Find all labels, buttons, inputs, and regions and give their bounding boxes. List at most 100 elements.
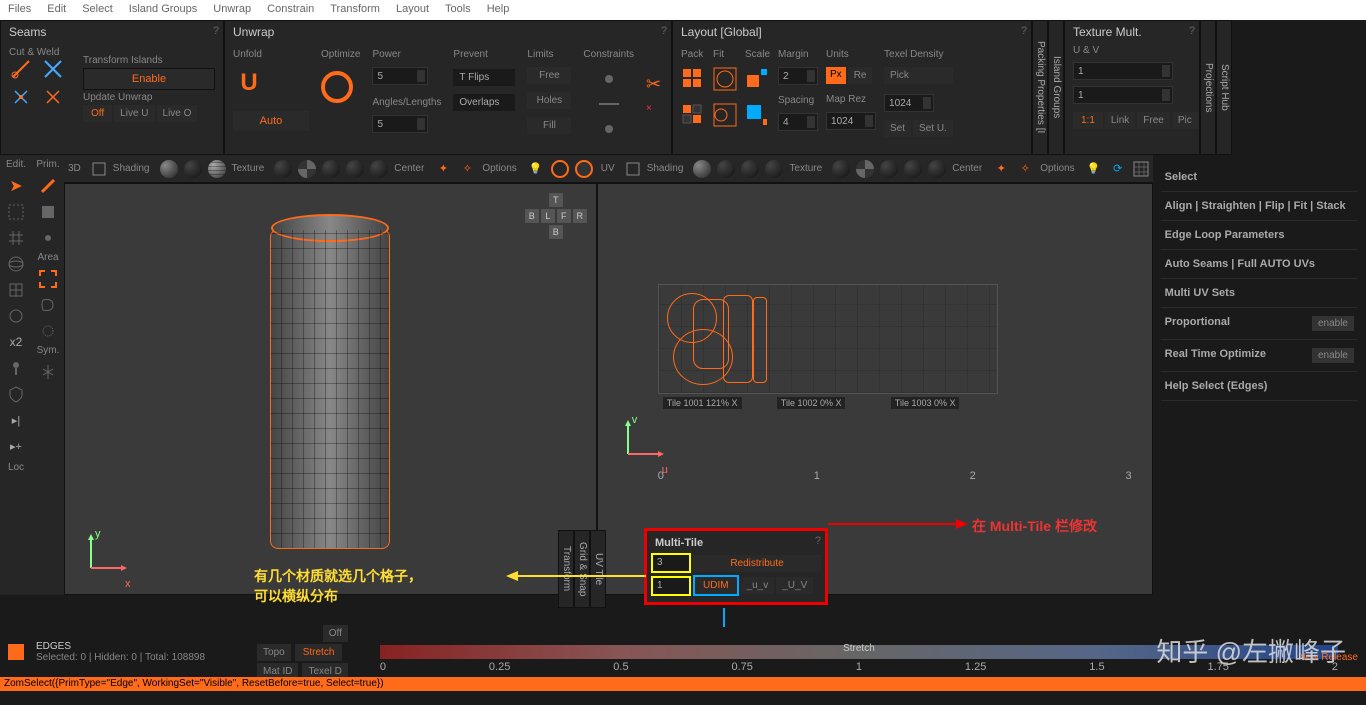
uv-upper-button[interactable]: _U_V: [776, 577, 813, 594]
topo-button[interactable]: Topo: [257, 644, 291, 661]
vertex-prim-icon[interactable]: [34, 226, 62, 250]
scale2-icon[interactable]: [745, 103, 770, 127]
help-icon[interactable]: ?: [1021, 25, 1027, 37]
uv-tile-vtab[interactable]: UV Tile: [590, 530, 606, 608]
shading-sphere-1-icon[interactable]: [160, 160, 178, 178]
frame-icon[interactable]: [625, 161, 641, 177]
sym-icon[interactable]: [34, 360, 62, 384]
re-button[interactable]: Re: [848, 67, 873, 84]
select-arrow-icon[interactable]: ➤: [2, 174, 30, 198]
edge-prim-icon[interactable]: [34, 174, 62, 198]
uv-tex-3-icon[interactable]: [880, 160, 898, 178]
pack-grid2-icon[interactable]: [681, 103, 705, 127]
opt-ring2-icon[interactable]: [575, 160, 593, 178]
lasso-icon[interactable]: [34, 293, 62, 317]
pack-grid-icon[interactable]: [681, 67, 705, 91]
enable-button[interactable]: Enable: [83, 68, 215, 90]
circle-tool-icon[interactable]: [2, 304, 30, 328]
grid-snap-vtab[interactable]: Grid & Snap: [574, 530, 590, 608]
power-spinner-1[interactable]: 5: [372, 67, 428, 85]
menu-tools[interactable]: Tools: [445, 3, 471, 17]
uv-center-2-icon[interactable]: ✧: [1016, 160, 1034, 178]
uv-shading-3-icon[interactable]: [741, 160, 759, 178]
sphere-tool-icon[interactable]: [2, 252, 30, 276]
uv-center-1-icon[interactable]: ✦: [992, 160, 1010, 178]
light-icon[interactable]: 💡: [527, 160, 545, 178]
menu-select[interactable]: Select: [82, 3, 113, 17]
udim-button[interactable]: UDIM: [693, 575, 739, 596]
tile-u-input[interactable]: 3: [651, 553, 691, 573]
packing-properties-tab[interactable]: Packing Properties [I: [1032, 20, 1048, 155]
uv-light-icon[interactable]: 💡: [1085, 160, 1103, 178]
enable-badge[interactable]: enable: [1312, 316, 1354, 331]
uv-tex-4-icon[interactable]: [904, 160, 922, 178]
shield-tool-icon[interactable]: [2, 382, 30, 406]
menu-island-groups[interactable]: Island Groups: [129, 3, 197, 17]
brush-icon[interactable]: [34, 319, 62, 343]
tile-v-input[interactable]: 1: [651, 576, 691, 596]
uv-tex-1-icon[interactable]: [832, 160, 850, 178]
center-2-icon[interactable]: ✧: [458, 160, 476, 178]
menu-layout[interactable]: Layout: [396, 3, 429, 17]
frame-icon[interactable]: [91, 161, 107, 177]
live-o-button[interactable]: Live O: [157, 105, 198, 122]
uv-shading-2-icon[interactable]: [717, 160, 735, 178]
cut-constraint-icon[interactable]: ✂×: [646, 74, 663, 116]
projections-tab[interactable]: Projections: [1200, 20, 1216, 155]
stretch-button[interactable]: Stretch: [295, 644, 343, 661]
help-icon[interactable]: ?: [815, 535, 821, 551]
nav-cube[interactable]: T BLFR B: [524, 192, 588, 240]
area-box-icon[interactable]: [34, 267, 62, 291]
align-section[interactable]: Align | Straighten | Flip | Fit | Stack: [1161, 192, 1358, 221]
pic-button[interactable]: Pic: [1172, 112, 1198, 129]
live-u-button[interactable]: Live U: [114, 105, 154, 122]
transform-vtab[interactable]: Transform: [558, 530, 574, 608]
uv-shading-4-icon[interactable]: [765, 160, 783, 178]
setu-button[interactable]: Set U.: [913, 120, 953, 137]
uv-tex-2-icon[interactable]: [856, 160, 874, 178]
uv-shading-1-icon[interactable]: [693, 160, 711, 178]
help-icon[interactable]: ?: [213, 25, 219, 37]
texmult-spinner-2[interactable]: 1: [1073, 86, 1173, 104]
menu-edit[interactable]: Edit: [47, 3, 66, 17]
spacing-spinner[interactable]: 4: [778, 113, 818, 131]
x2-tool[interactable]: x2: [2, 330, 30, 354]
auto-seams-section[interactable]: Auto Seams | Full AUTO UVs: [1161, 250, 1358, 279]
menu-transform[interactable]: Transform: [330, 3, 380, 17]
texel-spinner[interactable]: 1024: [884, 94, 934, 112]
edge-loop-section[interactable]: Edge Loop Parameters: [1161, 221, 1358, 250]
overlaps-drop[interactable]: Overlaps: [453, 94, 515, 111]
proportional-section[interactable]: Proportionalenable: [1161, 308, 1358, 340]
optimize-button[interactable]: [321, 71, 353, 103]
island-groups-tab[interactable]: Island Groups: [1048, 20, 1064, 155]
menu-help[interactable]: Help: [487, 3, 510, 17]
auto-cut-icon[interactable]: [9, 85, 33, 109]
free-button[interactable]: Free: [1137, 112, 1170, 129]
scale-icon[interactable]: [745, 67, 770, 91]
shading-sphere-2-icon[interactable]: [184, 160, 202, 178]
unfold-button[interactable]: U: [233, 67, 265, 99]
skip-tool-icon[interactable]: ▸|: [2, 408, 30, 432]
pin-tool-icon[interactable]: [2, 356, 30, 380]
multi-uv-section[interactable]: Multi UV Sets: [1161, 279, 1358, 308]
constraint-line-icon[interactable]: [599, 103, 619, 105]
menu-files[interactable]: Files: [8, 3, 31, 17]
rect-select-icon[interactable]: [2, 200, 30, 224]
enable-badge[interactable]: enable: [1312, 348, 1354, 363]
tflips-drop[interactable]: T Flips: [453, 69, 515, 86]
uv-rotate-icon[interactable]: ⟳: [1109, 160, 1127, 178]
menu-unwrap[interactable]: Unwrap: [213, 3, 251, 17]
script-hub-tab[interactable]: Script Hub: [1216, 20, 1232, 155]
off-button[interactable]: Off: [83, 105, 112, 122]
link-button[interactable]: Link: [1105, 112, 1135, 129]
fit-circle2-icon[interactable]: [713, 103, 737, 127]
fill-button[interactable]: Fill: [527, 117, 571, 134]
menu-constrain[interactable]: Constrain: [267, 3, 314, 17]
constraint-dot2-icon[interactable]: [605, 125, 613, 133]
tex-sphere-3-icon[interactable]: [322, 160, 340, 178]
mesh-tool-icon[interactable]: [2, 278, 30, 302]
face-prim-icon[interactable]: [34, 200, 62, 224]
holes-button[interactable]: Holes: [527, 92, 571, 109]
cut-icon[interactable]: [9, 57, 33, 81]
grid-tool-icon[interactable]: [2, 226, 30, 250]
